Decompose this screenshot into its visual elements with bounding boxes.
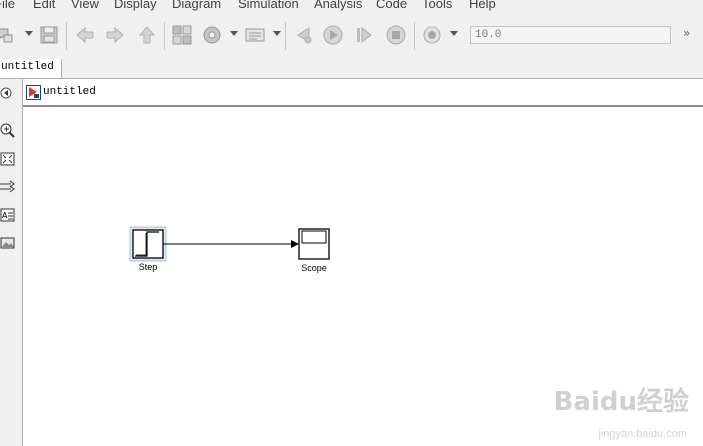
toolbar: 10.0 » <box>0 12 703 60</box>
annotation-button[interactable]: A <box>0 207 16 223</box>
fit-to-view-icon <box>0 152 15 166</box>
menu-tools[interactable]: Tools <box>422 0 452 11</box>
hide-browser-button[interactable] <box>0 85 16 101</box>
zoom-button[interactable] <box>0 123 16 139</box>
new-model-button[interactable] <box>0 24 16 46</box>
collapse-circle-icon <box>0 87 12 99</box>
menu-analysis[interactable]: Analysis <box>314 0 362 11</box>
scope-block[interactable] <box>298 228 330 260</box>
signal-arrows-icon <box>0 180 15 193</box>
watermark-url: jingyan.baidu.com <box>598 428 687 440</box>
left-palette: A <box>0 79 23 446</box>
step-back-icon <box>297 27 312 44</box>
menu-help[interactable]: Help <box>469 0 496 11</box>
forward-button[interactable] <box>104 24 126 46</box>
scope-block-label: Scope <box>301 263 327 273</box>
step-block[interactable] <box>129 226 167 262</box>
record-icon <box>423 26 441 44</box>
up-button[interactable] <box>136 24 158 46</box>
svg-text:A: A <box>2 211 8 220</box>
run-button[interactable] <box>322 24 344 46</box>
stop-button[interactable] <box>385 24 407 46</box>
new-model-dropdown[interactable] <box>25 31 33 36</box>
baidu-watermark: Baidu经验 <box>553 387 689 417</box>
tab-untitled[interactable]: untitled <box>0 59 62 78</box>
simulink-model-icon <box>26 85 41 100</box>
model-explorer-icon <box>245 28 265 42</box>
save-button[interactable] <box>38 24 60 46</box>
stop-time-input[interactable]: 10.0 <box>470 26 671 44</box>
step-block-label: Step <box>138 262 158 272</box>
fit-to-view-button[interactable] <box>0 151 16 167</box>
show-signals-button[interactable] <box>0 179 16 195</box>
toolbar-separator <box>285 22 286 50</box>
step-forward-icon <box>357 26 372 44</box>
toolbar-separator <box>66 22 67 50</box>
model-name-breadcrumb[interactable]: untitled <box>43 86 96 98</box>
play-icon <box>323 25 343 45</box>
menu-file[interactable]: File <box>0 0 15 11</box>
stop-icon <box>386 25 406 45</box>
model-canvas[interactable]: Step Scope Baidu经验 jingyan.baidu.com <box>23 108 703 446</box>
menu-diagram[interactable]: Diagram <box>172 0 221 11</box>
toolbar-separator <box>164 22 165 50</box>
model-config-button[interactable] <box>201 24 223 46</box>
arrow-right-icon <box>106 26 124 44</box>
menu-display[interactable]: Display <box>114 0 157 11</box>
library-browser-button[interactable] <box>171 24 193 46</box>
menu-bar: File Edit View Display Diagram Simulatio… <box>0 0 703 12</box>
record-dropdown[interactable] <box>450 31 458 36</box>
step-back-button[interactable] <box>293 24 315 46</box>
new-model-icon <box>0 28 13 43</box>
menu-simulation[interactable]: Simulation <box>238 0 299 11</box>
back-button[interactable] <box>74 24 96 46</box>
menu-view[interactable]: View <box>71 0 99 11</box>
record-button[interactable] <box>421 24 443 46</box>
image-button[interactable] <box>0 235 16 251</box>
arrow-left-icon <box>76 26 94 44</box>
image-icon <box>0 237 15 249</box>
save-icon <box>40 26 58 44</box>
signal-line[interactable] <box>163 240 299 248</box>
model-explorer-dropdown[interactable] <box>273 31 281 36</box>
arrow-up-icon <box>138 26 156 44</box>
toolbar-separator <box>414 22 415 50</box>
menu-code[interactable]: Code <box>376 0 407 11</box>
model-tab-strip: untitled <box>0 59 703 79</box>
annotation-icon: A <box>0 208 15 222</box>
menu-edit[interactable]: Edit <box>33 0 55 11</box>
model-explorer-button[interactable] <box>244 24 266 46</box>
library-browser-icon <box>172 25 192 45</box>
step-forward-button[interactable] <box>353 24 375 46</box>
model-config-dropdown[interactable] <box>230 31 238 36</box>
toolbar-overflow-button[interactable]: » <box>683 26 695 44</box>
model-address-bar: untitled <box>23 79 703 107</box>
zoom-icon <box>0 123 15 138</box>
gear-icon <box>203 26 221 44</box>
